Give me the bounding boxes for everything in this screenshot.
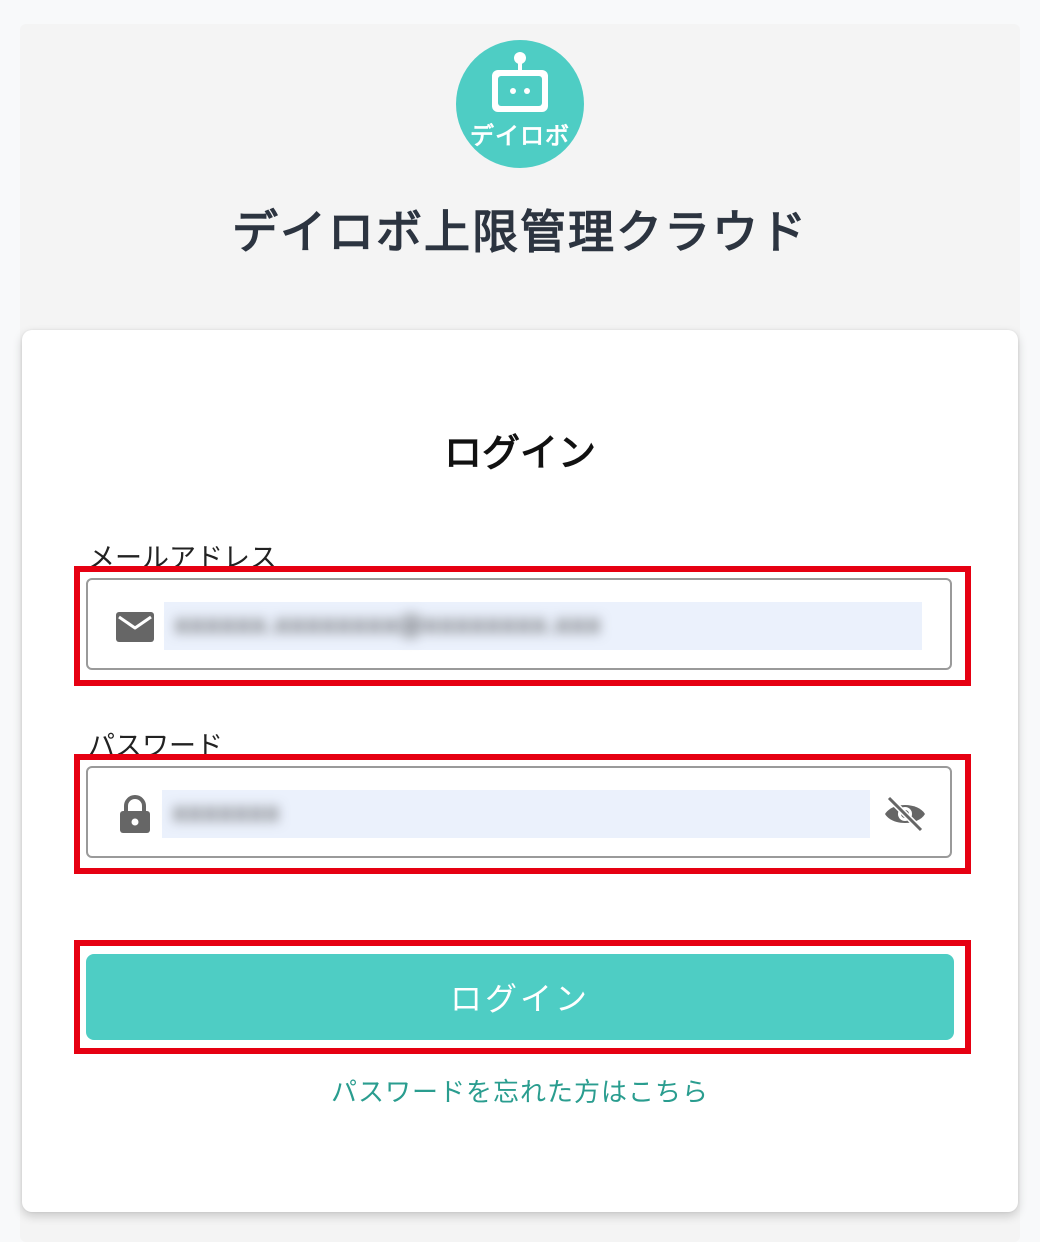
lock-icon xyxy=(120,795,150,833)
password-field[interactable]: xxxxxxx xyxy=(86,766,952,858)
login-button[interactable]: ログイン xyxy=(86,954,954,1040)
app-title: デイロボ上限管理クラウド xyxy=(232,205,808,259)
mail-icon xyxy=(116,612,154,642)
logo-text: デイロボ xyxy=(470,122,570,150)
email-field[interactable]: xxxxxx.xxxxxxxx@xxxxxxxx.xxx xyxy=(86,578,952,670)
robot-icon xyxy=(492,70,548,112)
password-input-value[interactable]: xxxxxxx xyxy=(172,798,312,828)
eye-off-icon[interactable] xyxy=(882,794,928,834)
login-title: ログイン xyxy=(443,431,596,475)
email-input-value[interactable]: xxxxxx.xxxxxxxx@xxxxxxxx.xxx xyxy=(174,610,614,640)
forgot-password-link[interactable]: パスワードを忘れた方はこちら xyxy=(0,1072,1040,1109)
login-page: デイロボ デイロボ上限管理クラウド ログイン メールアドレス xxxxxx.xx… xyxy=(0,0,1040,1242)
app-logo: デイロボ xyxy=(456,40,584,168)
